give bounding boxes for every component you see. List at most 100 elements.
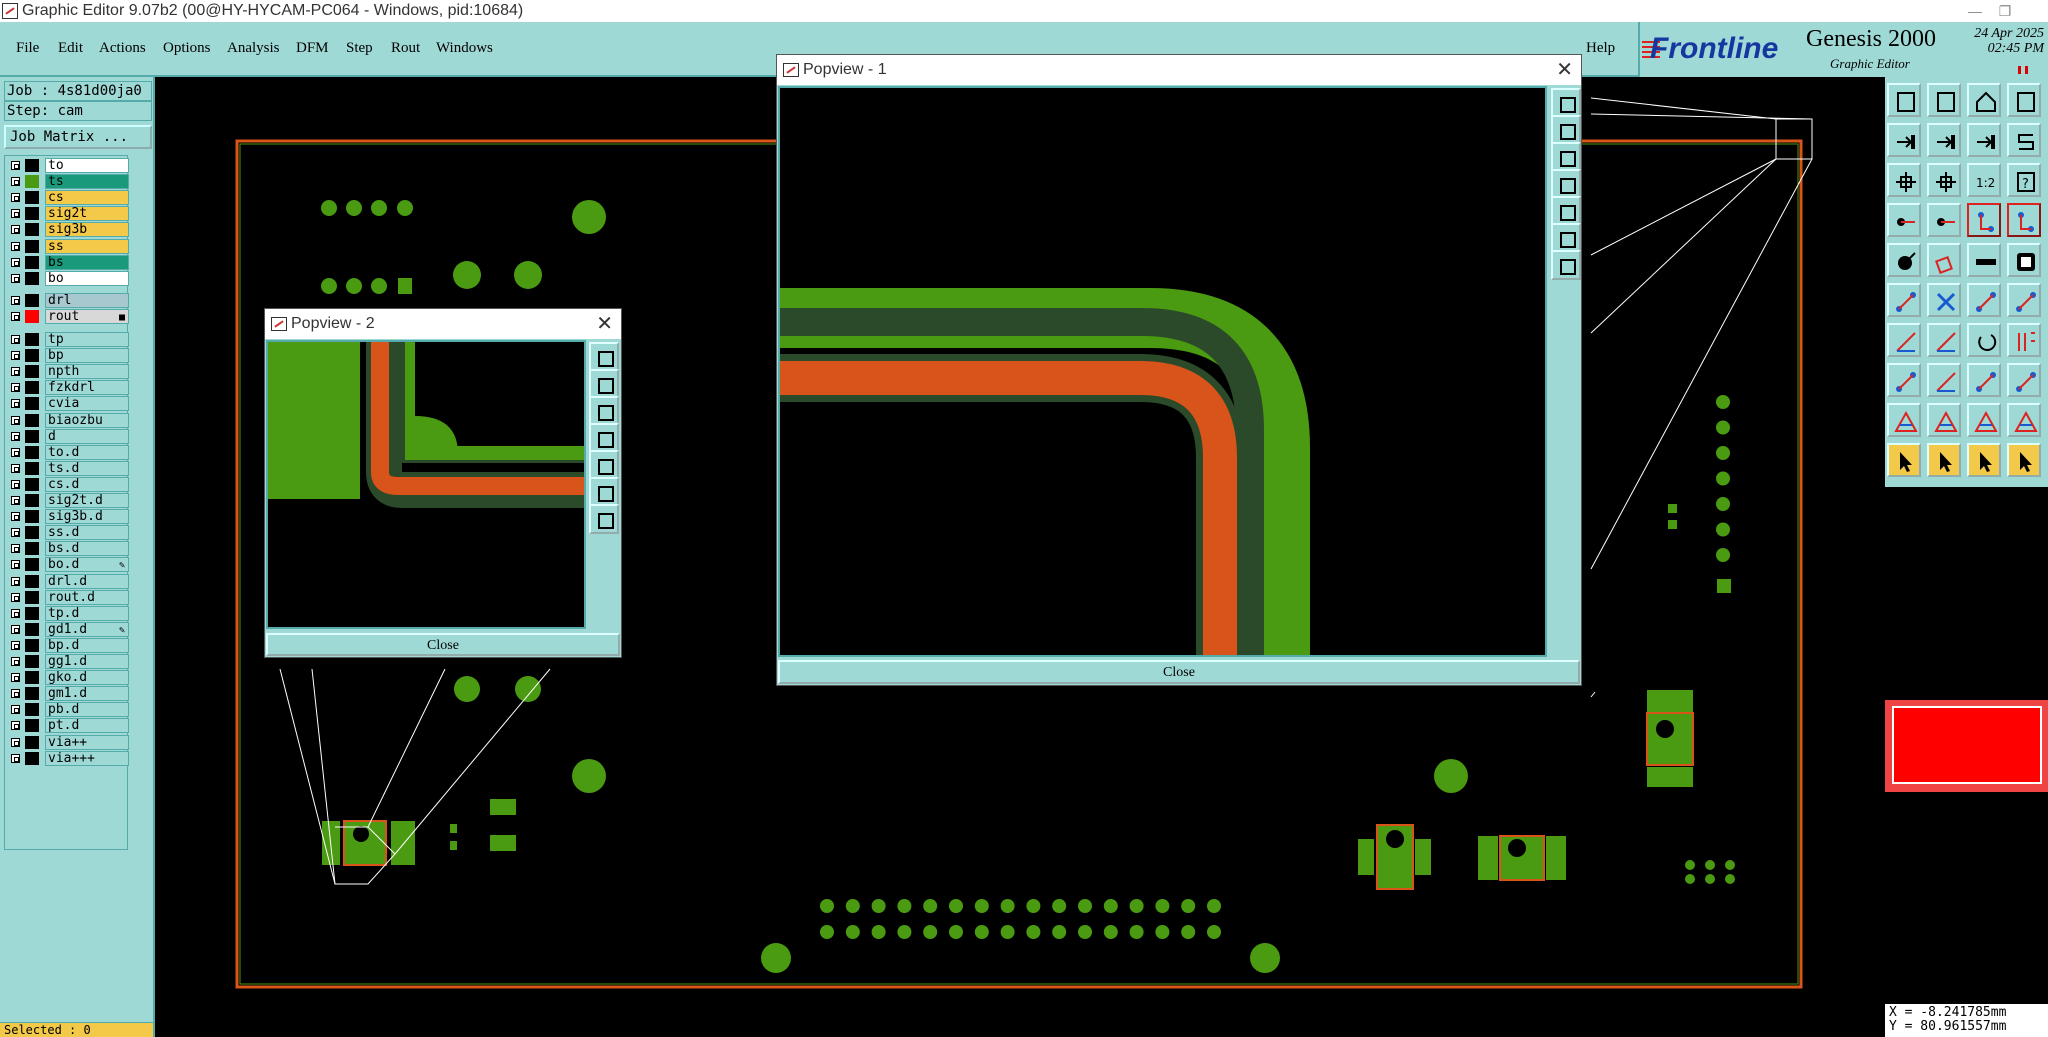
menu-actions[interactable]: Actions [99, 40, 146, 57]
layer-name[interactable]: tp [45, 332, 129, 347]
layer-name[interactable]: cvia [45, 396, 129, 412]
pad-icon[interactable] [1887, 243, 1921, 277]
layer-name[interactable]: bp.d [45, 637, 129, 653]
smd-pad[interactable] [897, 899, 912, 913]
layer-color-swatch[interactable] [25, 494, 39, 507]
popview-tool-button[interactable] [589, 504, 619, 534]
layer-color-swatch[interactable] [25, 413, 39, 427]
smd-pad[interactable] [1026, 899, 1041, 913]
layer-color-swatch[interactable] [25, 309, 39, 323]
layer-name[interactable]: sig3b [45, 222, 129, 238]
layer-checkbox[interactable] [11, 415, 20, 425]
layer-checkbox[interactable] [11, 209, 20, 219]
layer-checkbox[interactable] [11, 351, 20, 361]
layer-checkbox[interactable] [11, 705, 20, 715]
shape-icon[interactable] [1927, 243, 1961, 277]
rotate-icon[interactable] [1967, 323, 2001, 357]
smd-pad[interactable] [1103, 925, 1118, 939]
layer-color-swatch[interactable] [25, 271, 39, 285]
via-pad[interactable] [1705, 874, 1715, 884]
smd-pad[interactable] [1181, 899, 1196, 913]
ruler-icon[interactable] [1967, 243, 2001, 277]
layer-name[interactable]: pt.d [45, 718, 129, 734]
line-icon[interactable] [1927, 323, 1961, 357]
layer-checkbox[interactable] [11, 367, 20, 377]
menu-options[interactable]: Options [163, 40, 211, 57]
layer-color-swatch[interactable] [25, 191, 39, 205]
check-icon[interactable] [1887, 403, 1921, 437]
active-color-swatch[interactable] [1885, 700, 2048, 792]
via-pad[interactable] [1716, 497, 1730, 511]
close-icon[interactable]: ✕ [596, 309, 613, 339]
smd-pad[interactable] [974, 925, 989, 939]
smd-pad[interactable] [845, 925, 860, 939]
layer-name[interactable]: pb.d [45, 702, 129, 718]
connect-icon[interactable] [2007, 203, 2041, 237]
layer-name[interactable]: bo [45, 270, 129, 286]
layer-checkbox[interactable] [11, 295, 20, 305]
smd-pad[interactable] [820, 899, 834, 913]
box-icon[interactable] [1967, 363, 2001, 397]
layer-name[interactable]: ss.d [45, 525, 129, 541]
layer-color-swatch[interactable] [25, 461, 39, 475]
layer-row-cs[interactable]: cs [9, 190, 129, 206]
layer-row-tp[interactable]: tp [9, 332, 129, 347]
smd-pad[interactable] [923, 925, 938, 939]
via-pad[interactable] [1705, 860, 1715, 870]
popview-tool-button[interactable] [1551, 169, 1581, 199]
layer-name[interactable]: rout.d [45, 589, 129, 605]
split-icon[interactable] [1967, 283, 2001, 317]
flag-icon[interactable] [2007, 403, 2041, 437]
layer-name[interactable]: tp.d [45, 605, 129, 621]
center-icon[interactable] [1927, 163, 1961, 197]
layer-row-fzkdrl[interactable]: fzkdrl [9, 380, 129, 396]
angle-icon[interactable] [1887, 323, 1921, 357]
home-icon[interactable] [1967, 83, 2001, 117]
layer-checkbox[interactable] [11, 657, 20, 666]
job-matrix-button[interactable]: Job Matrix ... [4, 125, 152, 149]
layer-row-bp[interactable]: bp [9, 348, 129, 364]
layer-color-swatch[interactable] [25, 574, 39, 588]
layer-row-cvia[interactable]: cvia [9, 396, 129, 412]
layer-name[interactable]: ts [45, 174, 129, 190]
layer-row-to[interactable]: to [9, 158, 129, 173]
smd-pad[interactable] [1103, 899, 1118, 913]
net-icon[interactable] [1967, 203, 2001, 237]
layer-name[interactable]: sig2t [45, 206, 129, 222]
redo-icon[interactable] [2007, 123, 2041, 157]
select-add-icon[interactable] [1927, 443, 1961, 477]
layer-row-biaozbu[interactable]: biaozbu [9, 412, 129, 428]
popview-tool-button[interactable] [1551, 88, 1581, 118]
layer-row-via++[interactable]: via++ [9, 734, 129, 750]
popview-tool-button[interactable] [589, 396, 619, 426]
layer-name[interactable]: gm1.d [45, 686, 129, 702]
layer-color-swatch[interactable] [25, 687, 39, 701]
via-pad[interactable] [1725, 860, 1735, 870]
layer-checkbox[interactable] [11, 177, 20, 187]
layer-name[interactable]: sig3b.d [45, 509, 129, 525]
layer-name[interactable]: ts.d [45, 460, 129, 476]
layer-checkbox[interactable] [11, 463, 20, 473]
layer-checkbox[interactable] [11, 753, 20, 763]
layer-row-npth[interactable]: npth [9, 364, 129, 380]
align-icon[interactable] [2007, 323, 2041, 357]
layer-checkbox[interactable] [11, 512, 20, 522]
menu-step[interactable]: Step [346, 40, 373, 57]
layer-checkbox[interactable] [11, 257, 20, 267]
layer-checkbox[interactable] [11, 721, 20, 731]
smd-pad[interactable] [1026, 925, 1041, 939]
layer-name[interactable]: rout ■ [45, 308, 129, 324]
layer-row-via+++[interactable]: via+++ [9, 750, 129, 766]
layer-name[interactable]: bs.d [45, 541, 129, 557]
layer-name[interactable]: via++ [45, 734, 129, 750]
layer-row-gd1.d[interactable]: gd1.d ✎ [9, 621, 129, 637]
layer-color-swatch[interactable] [25, 606, 39, 620]
layer-checkbox[interactable] [11, 225, 20, 235]
popview-tool-button[interactable] [589, 450, 619, 480]
window-icon[interactable] [2007, 83, 2041, 117]
select-net-icon[interactable] [2007, 443, 2041, 477]
layer-checkbox[interactable] [11, 608, 20, 618]
layer-color-swatch[interactable] [25, 255, 39, 269]
layer-checkbox[interactable] [11, 737, 20, 747]
smd-pad[interactable] [1052, 925, 1067, 939]
